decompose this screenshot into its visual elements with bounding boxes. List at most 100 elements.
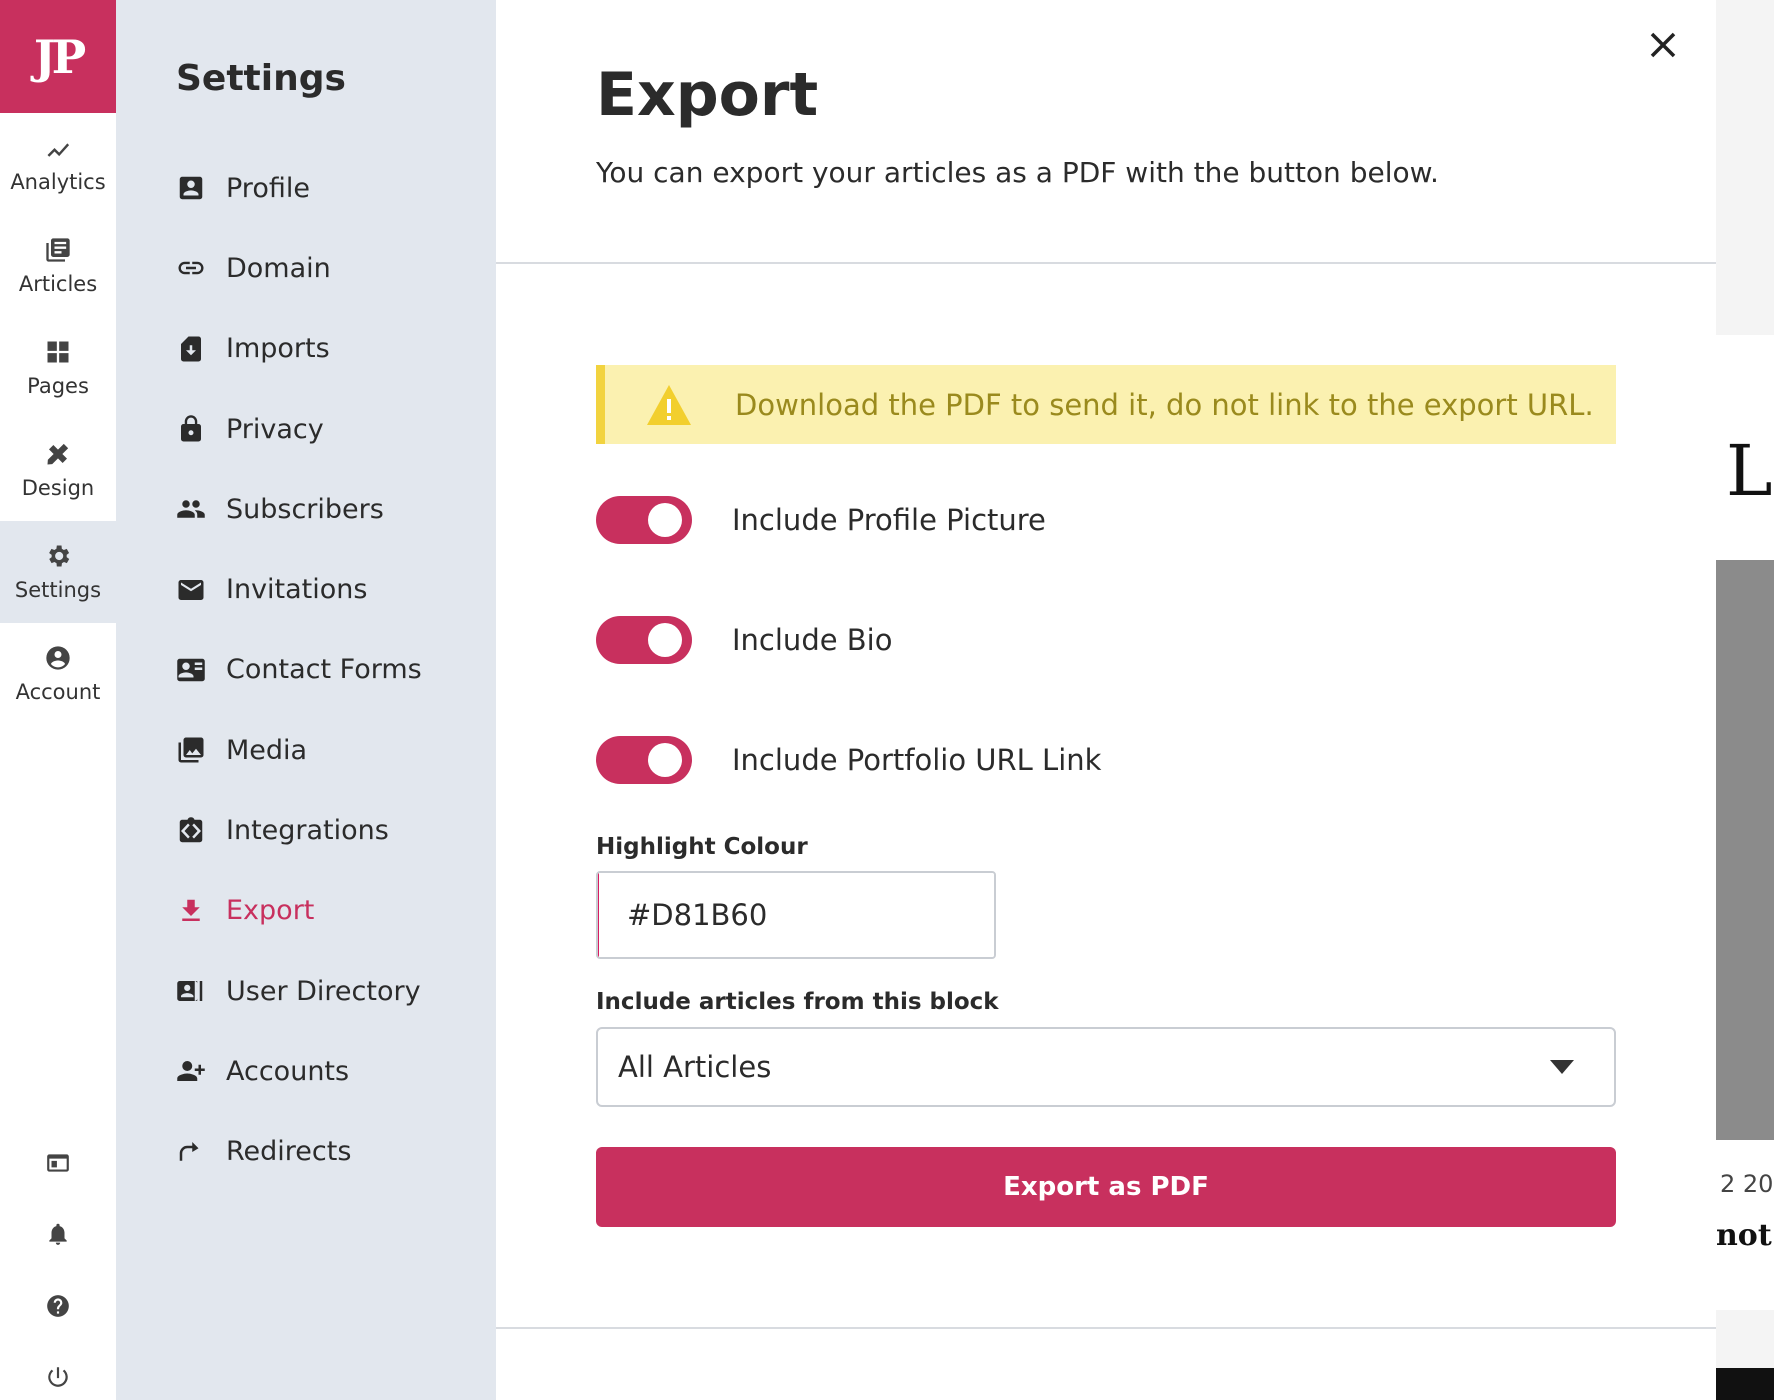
toggle-label: Include Portfolio URL Link [732, 743, 1102, 777]
nav-item-account[interactable]: Account [0, 623, 116, 725]
highlight-colour-input[interactable] [599, 873, 994, 957]
settings-item-label: Contact Forms [226, 654, 422, 686]
block-select-label: Include articles from this block [596, 989, 999, 1015]
peek-date-text: 2 202 [1720, 1170, 1774, 1198]
nav-item-design[interactable]: Design [0, 419, 116, 521]
settings-item-label: Integrations [226, 815, 389, 847]
settings-item-label: Accounts [226, 1055, 350, 1087]
redirect-icon [179, 1141, 199, 1161]
settings-item-label: Subscribers [226, 493, 384, 525]
download-icon [182, 899, 200, 921]
link-icon [178, 262, 204, 275]
directory-icon [177, 981, 203, 1002]
profile-icon [179, 176, 203, 200]
envelope-icon [178, 579, 204, 600]
nav-item-pages[interactable]: Pages [0, 317, 116, 419]
main-nav: JP Analytics Articles Pages Design Setti… [0, 0, 116, 1400]
warning-text: Download the PDF to send it, do not link… [735, 387, 1594, 422]
nav-item-articles[interactable]: Articles [0, 215, 116, 317]
nav-item-label: Settings [14, 578, 102, 602]
settings-item-contact-forms[interactable]: Contact Forms [176, 630, 422, 710]
analytics-icon [47, 143, 70, 157]
nav-help[interactable] [0, 1293, 116, 1319]
settings-item-media[interactable]: Media [176, 710, 422, 790]
settings-item-label: Export [226, 895, 315, 927]
nav-item-label: Account [15, 680, 101, 704]
settings-title: Settings [176, 58, 346, 99]
highlight-colour-field [596, 871, 996, 959]
bell-icon [49, 1223, 67, 1245]
nav-logout[interactable] [0, 1364, 116, 1390]
settings-item-label: Domain [226, 252, 331, 284]
app-logo[interactable]: JP [0, 0, 116, 113]
footer-divider [496, 1327, 1716, 1329]
nav-item-label: Articles [18, 272, 98, 296]
articles-icon [46, 238, 70, 262]
close-icon [1650, 32, 1676, 58]
peek-heading-text: La [1726, 430, 1774, 512]
settings-item-invitations[interactable]: Invitations [176, 549, 422, 629]
nav-item-analytics[interactable]: Analytics [0, 113, 116, 215]
settings-item-label: Redirects [226, 1136, 352, 1168]
add-person-icon [177, 1061, 205, 1082]
warning-icon [647, 384, 691, 425]
nav-notifications[interactable] [0, 1221, 116, 1247]
portfolio-url-toggle[interactable] [596, 736, 692, 784]
block-select[interactable]: All Articles [596, 1027, 1616, 1107]
nav-item-label: Pages [27, 374, 89, 398]
close-button[interactable] [1646, 28, 1680, 62]
export-panel: Export You can export your articles as a… [496, 0, 1716, 1400]
peek-image [1716, 560, 1774, 1140]
toggle-row-bio: Include Bio [596, 616, 892, 664]
page-title: Export [596, 60, 819, 130]
settings-item-label: User Directory [226, 975, 421, 1007]
integrations-icon [179, 816, 203, 842]
export-pdf-button[interactable]: Export as PDF [596, 1147, 1616, 1227]
gear-icon [49, 545, 70, 567]
toggle-label: Include Bio [732, 623, 893, 657]
settings-item-label: Privacy [226, 413, 324, 445]
settings-item-privacy[interactable]: Privacy [176, 389, 422, 469]
settings-item-label: Media [226, 734, 308, 766]
toggle-row-profile-picture: Include Profile Picture [596, 496, 1046, 544]
settings-item-label: Profile [226, 172, 310, 204]
bio-toggle[interactable] [596, 616, 692, 664]
design-icon [47, 443, 69, 465]
settings-item-imports[interactable]: Imports [176, 309, 422, 389]
toggle-label: Include Profile Picture [732, 503, 1046, 537]
people-icon [177, 500, 205, 519]
nav-browser[interactable] [0, 1150, 116, 1176]
warning-banner: Download the PDF to send it, do not link… [596, 365, 1616, 444]
highlight-colour-label: Highlight Colour [596, 834, 808, 860]
nav-item-label: Design [21, 476, 95, 500]
settings-item-profile[interactable]: Profile [176, 148, 422, 228]
settings-item-user-directory[interactable]: User Directory [176, 951, 422, 1031]
profile-picture-toggle[interactable] [596, 496, 692, 544]
toggle-row-portfolio-url: Include Portfolio URL Link [596, 736, 1101, 784]
settings-item-redirects[interactable]: Redirects [176, 1112, 422, 1192]
import-icon [181, 336, 201, 362]
settings-item-integrations[interactable]: Integrations [176, 790, 422, 870]
peek-title-text: not z [1716, 1218, 1774, 1253]
header-divider [496, 262, 1716, 264]
account-icon [46, 646, 70, 670]
block-select-value: All Articles [618, 1050, 772, 1084]
power-icon [48, 1367, 68, 1387]
settings-sidebar: Settings Profile Domain Imports Privacy … [116, 0, 496, 1400]
logo-text: JP [33, 29, 86, 84]
settings-item-label: Imports [226, 333, 330, 365]
nav-item-label: Analytics [10, 170, 106, 194]
settings-item-export[interactable]: Export [176, 871, 422, 951]
settings-item-accounts[interactable]: Accounts [176, 1031, 422, 1111]
contact-card-icon [177, 658, 205, 682]
page-subtitle: You can export your articles as a PDF wi… [596, 156, 1439, 189]
settings-item-domain[interactable]: Domain [176, 228, 422, 308]
settings-item-label: Invitations [226, 574, 368, 606]
lock-icon [181, 415, 201, 442]
help-icon [47, 1295, 69, 1317]
settings-item-subscribers[interactable]: Subscribers [176, 469, 422, 549]
pages-icon [47, 341, 69, 363]
peek-dark-bar [1716, 1368, 1774, 1400]
nav-item-settings[interactable]: Settings [0, 521, 116, 623]
image-icon [178, 737, 204, 763]
